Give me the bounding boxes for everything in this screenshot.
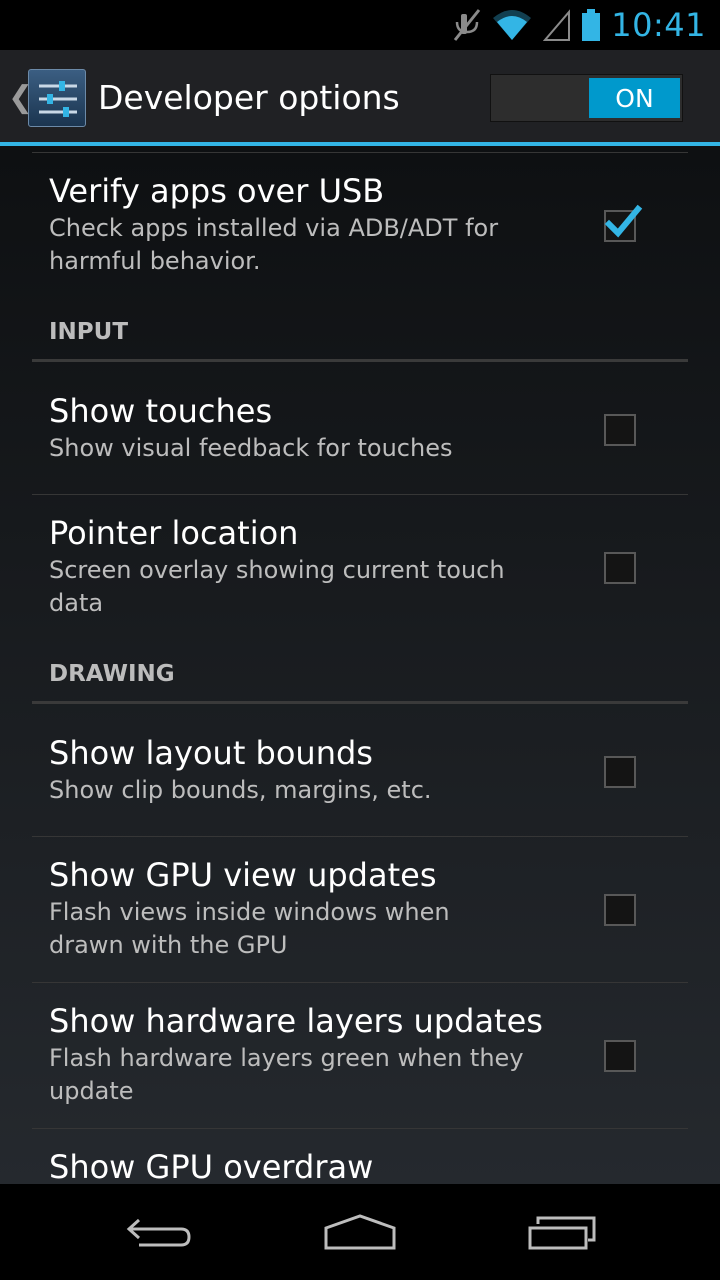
item-title: Show GPU view updates [49, 856, 437, 894]
show-touches-checkbox[interactable] [604, 414, 636, 446]
item-title: Show layout bounds [49, 734, 373, 772]
item-summary: Flash views inside windows when drawn wi… [49, 898, 450, 959]
list-item-verify-apps[interactable]: Verify apps over USB Check apps installe… [32, 172, 688, 278]
item-title: Verify apps over USB [49, 172, 385, 210]
list-divider [32, 982, 688, 983]
signal-icon [543, 8, 571, 42]
status-bar: 10:41 [0, 0, 720, 50]
list-item-show-layout-bounds[interactable]: Show layout bounds Show clip bounds, mar… [32, 734, 688, 807]
item-title: Show touches [49, 392, 273, 430]
category-divider [32, 359, 688, 362]
list-divider [32, 152, 688, 153]
item-title: Show hardware layers updates [49, 1002, 543, 1040]
item-summary: Show clip bounds, margins, etc. [49, 776, 432, 804]
action-bar: ❮ Developer options ON [0, 50, 720, 146]
show-hardware-layers-updates-checkbox[interactable] [604, 1040, 636, 1072]
list-item-show-gpu-overdraw[interactable]: Show GPU overdraw [32, 1148, 688, 1184]
list-item-show-touches[interactable]: Show touches Show visual feedback for to… [32, 392, 688, 465]
item-title: Show GPU overdraw [49, 1148, 374, 1184]
list-item-show-gpu-view-updates[interactable]: Show GPU view updates Flash views inside… [32, 856, 688, 962]
status-time: 10:41 [611, 6, 706, 44]
item-summary: Flash hardware layers green when they up… [49, 1044, 524, 1105]
settings-list[interactable]: Verify apps over USB Check apps installe… [0, 146, 720, 1184]
show-layout-bounds-checkbox[interactable] [604, 756, 636, 788]
mute-icon [453, 8, 481, 42]
list-divider [32, 494, 688, 495]
item-title: Pointer location [49, 514, 299, 552]
settings-sliders-icon[interactable] [28, 69, 86, 127]
list-divider [32, 1128, 688, 1129]
category-header-drawing: DRAWING [49, 661, 175, 687]
back-icon[interactable] [100, 1202, 220, 1262]
pointer-location-checkbox[interactable] [604, 552, 636, 584]
item-summary: Check apps installed via ADB/ADT for har… [49, 214, 499, 275]
toggle-on-label: ON [589, 78, 680, 118]
wifi-icon [491, 8, 533, 42]
developer-options-toggle[interactable]: ON [490, 74, 683, 122]
verify-apps-checkbox[interactable] [604, 204, 643, 242]
list-divider [32, 836, 688, 837]
recents-icon[interactable] [502, 1202, 622, 1262]
category-divider [32, 701, 688, 704]
page-title: Developer options [98, 78, 400, 117]
battery-icon [581, 8, 601, 42]
list-item-show-hardware-layers-updates[interactable]: Show hardware layers updates Flash hardw… [32, 1002, 688, 1108]
navigation-bar [0, 1184, 720, 1280]
item-summary: Screen overlay showing current touch dat… [49, 556, 505, 617]
item-summary: Show visual feedback for touches [49, 434, 453, 462]
home-icon[interactable] [300, 1202, 420, 1262]
show-gpu-view-updates-checkbox[interactable] [604, 894, 636, 926]
category-header-input: INPUT [49, 319, 129, 345]
list-item-pointer-location[interactable]: Pointer location Screen overlay showing … [32, 514, 688, 620]
